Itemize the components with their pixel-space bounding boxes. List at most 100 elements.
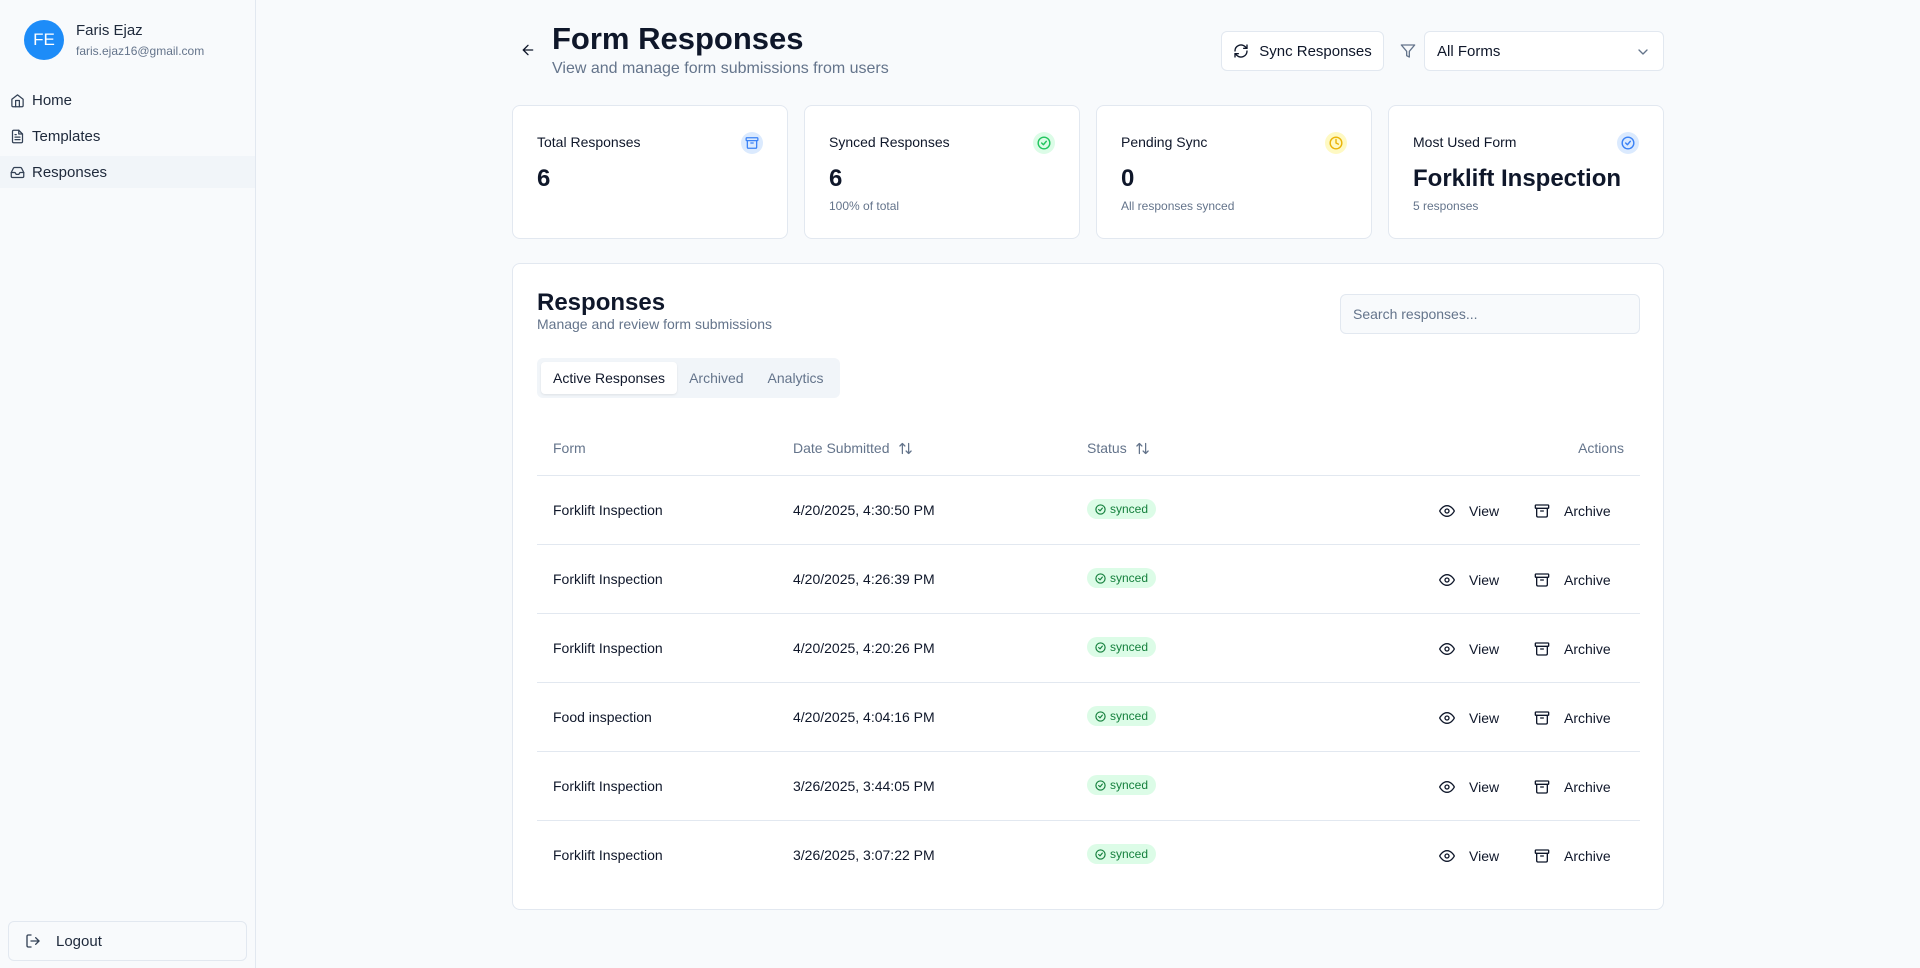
- view-button[interactable]: View: [1439, 774, 1499, 800]
- stat-card-total: Total Responses 6: [512, 105, 788, 239]
- view-button[interactable]: View: [1439, 636, 1499, 662]
- user-name: Faris Ejaz: [76, 22, 143, 39]
- view-button[interactable]: View: [1439, 843, 1499, 869]
- stat-value: Forklift Inspection: [1413, 165, 1622, 192]
- view-button[interactable]: View: [1439, 567, 1499, 593]
- archive-label: Archive: [1564, 503, 1611, 519]
- row-form: Forklift Inspection: [553, 847, 663, 863]
- row-date: 4/20/2025, 4:04:16 PM: [793, 709, 935, 725]
- panel-title: Responses: [537, 289, 666, 316]
- archive-label: Archive: [1564, 710, 1611, 726]
- eye-icon: [1439, 643, 1455, 655]
- tab-archived[interactable]: Archived: [677, 362, 755, 394]
- sidebar-item-label: Templates: [32, 127, 101, 145]
- archive-icon: [1534, 711, 1550, 725]
- check-circle-icon: [1095, 641, 1106, 653]
- sidebar-item-home[interactable]: Home: [0, 84, 255, 116]
- form-filter-select[interactable]: All Forms: [1424, 31, 1664, 71]
- view-button[interactable]: View: [1439, 498, 1499, 524]
- sort-icon[interactable]: [1135, 441, 1150, 456]
- view-button[interactable]: View: [1439, 705, 1499, 731]
- stat-value: 6: [829, 165, 843, 192]
- archive-button[interactable]: Archive: [1534, 636, 1611, 662]
- check-circle-icon: [1037, 136, 1051, 150]
- responses-panel: Responses Manage and review form submiss…: [512, 263, 1664, 910]
- tab-active-responses[interactable]: Active Responses: [541, 362, 678, 394]
- stat-label: Most Used Form: [1413, 134, 1517, 150]
- status-label: synced: [1110, 709, 1149, 723]
- chevron-down-icon: [1638, 49, 1648, 55]
- column-header-date: Date Submitted: [793, 440, 913, 456]
- tab-analytics[interactable]: Analytics: [756, 362, 836, 394]
- logout-label: Logout: [56, 932, 102, 950]
- sidebar-nav: Home Templates Responses: [0, 84, 255, 192]
- logout-button[interactable]: Logout: [8, 921, 247, 961]
- row-form: Forklift Inspection: [553, 778, 663, 794]
- status-label: synced: [1110, 778, 1149, 792]
- sync-label: Sync Responses: [1259, 42, 1372, 60]
- stat-note: All responses synced: [1121, 199, 1235, 213]
- stat-label: Total Responses: [537, 134, 641, 150]
- row-form: Forklift Inspection: [553, 502, 663, 518]
- column-label: Actions: [1578, 440, 1624, 456]
- column-header-status: Status: [1087, 440, 1150, 456]
- clock-icon: [1329, 136, 1343, 150]
- row-date: 3/26/2025, 3:07:22 PM: [793, 847, 935, 863]
- avatar: FE: [24, 20, 64, 60]
- archive-button[interactable]: Archive: [1534, 774, 1611, 800]
- sort-icon[interactable]: [898, 441, 913, 456]
- archive-label: Archive: [1564, 572, 1611, 588]
- archive-button[interactable]: Archive: [1534, 843, 1611, 869]
- archive-button[interactable]: Archive: [1534, 567, 1611, 593]
- status-badge: synced: [1087, 775, 1157, 795]
- stat-card-synced: Synced Responses 6 100% of total: [804, 105, 1080, 239]
- archive-button[interactable]: Archive: [1534, 705, 1611, 731]
- archive-icon: [1534, 642, 1550, 656]
- archive-button[interactable]: Archive: [1534, 498, 1611, 524]
- sidebar-item-responses[interactable]: Responses: [0, 156, 255, 188]
- eye-icon: [1439, 574, 1455, 586]
- row-date: 4/20/2025, 4:26:39 PM: [793, 571, 935, 587]
- user-email: faris.ejaz16@gmail.com: [76, 44, 205, 58]
- eye-icon: [1439, 712, 1455, 724]
- stat-card-most-used: Most Used Form Forklift Inspection 5 res…: [1388, 105, 1664, 239]
- row-date: 3/26/2025, 3:44:05 PM: [793, 778, 935, 794]
- status-badge: synced: [1087, 637, 1157, 657]
- status-label: synced: [1110, 571, 1149, 585]
- panel-subtitle: Manage and review form submissions: [537, 316, 772, 332]
- sidebar-item-templates[interactable]: Templates: [0, 120, 255, 152]
- stat-icon-wrap: [1033, 132, 1055, 154]
- stat-value: 0: [1121, 165, 1135, 192]
- row-date: 4/20/2025, 4:30:50 PM: [793, 502, 935, 518]
- home-icon: [11, 93, 24, 107]
- check-circle-icon: [1095, 572, 1106, 584]
- stat-label: Pending Sync: [1121, 134, 1208, 150]
- sync-responses-button[interactable]: Sync Responses: [1221, 31, 1384, 71]
- sidebar-item-label: Home: [32, 91, 73, 109]
- table-row: Forklift Inspection 3/26/2025, 3:07:22 P…: [537, 821, 1640, 890]
- eye-icon: [1439, 850, 1455, 862]
- archive-icon: [1534, 849, 1550, 863]
- stat-icon-wrap: [1617, 132, 1639, 154]
- status-badge: synced: [1087, 499, 1157, 519]
- row-form: Forklift Inspection: [553, 571, 663, 587]
- view-label: View: [1469, 710, 1500, 726]
- eye-icon: [1439, 505, 1455, 517]
- refresh-icon: [1234, 44, 1248, 58]
- page-subtitle: View and manage form submissions from us…: [552, 60, 889, 77]
- arrow-left-icon[interactable]: [520, 42, 536, 58]
- archive-icon: [1534, 573, 1550, 587]
- user-profile: FE Faris Ejaz faris.ejaz16@gmail.com: [24, 20, 204, 60]
- stat-icon-wrap: [741, 132, 763, 154]
- search-input[interactable]: [1340, 294, 1640, 334]
- status-badge: synced: [1087, 568, 1157, 588]
- eye-icon: [1439, 781, 1455, 793]
- column-header-actions: Actions: [1578, 440, 1624, 456]
- logout-icon: [26, 934, 40, 948]
- archive-icon: [1534, 504, 1550, 518]
- view-label: View: [1469, 779, 1500, 795]
- stat-icon-wrap: [1325, 132, 1347, 154]
- row-date: 4/20/2025, 4:20:26 PM: [793, 640, 935, 656]
- view-label: View: [1469, 848, 1500, 864]
- table-body: Forklift Inspection 4/20/2025, 4:30:50 P…: [537, 476, 1640, 890]
